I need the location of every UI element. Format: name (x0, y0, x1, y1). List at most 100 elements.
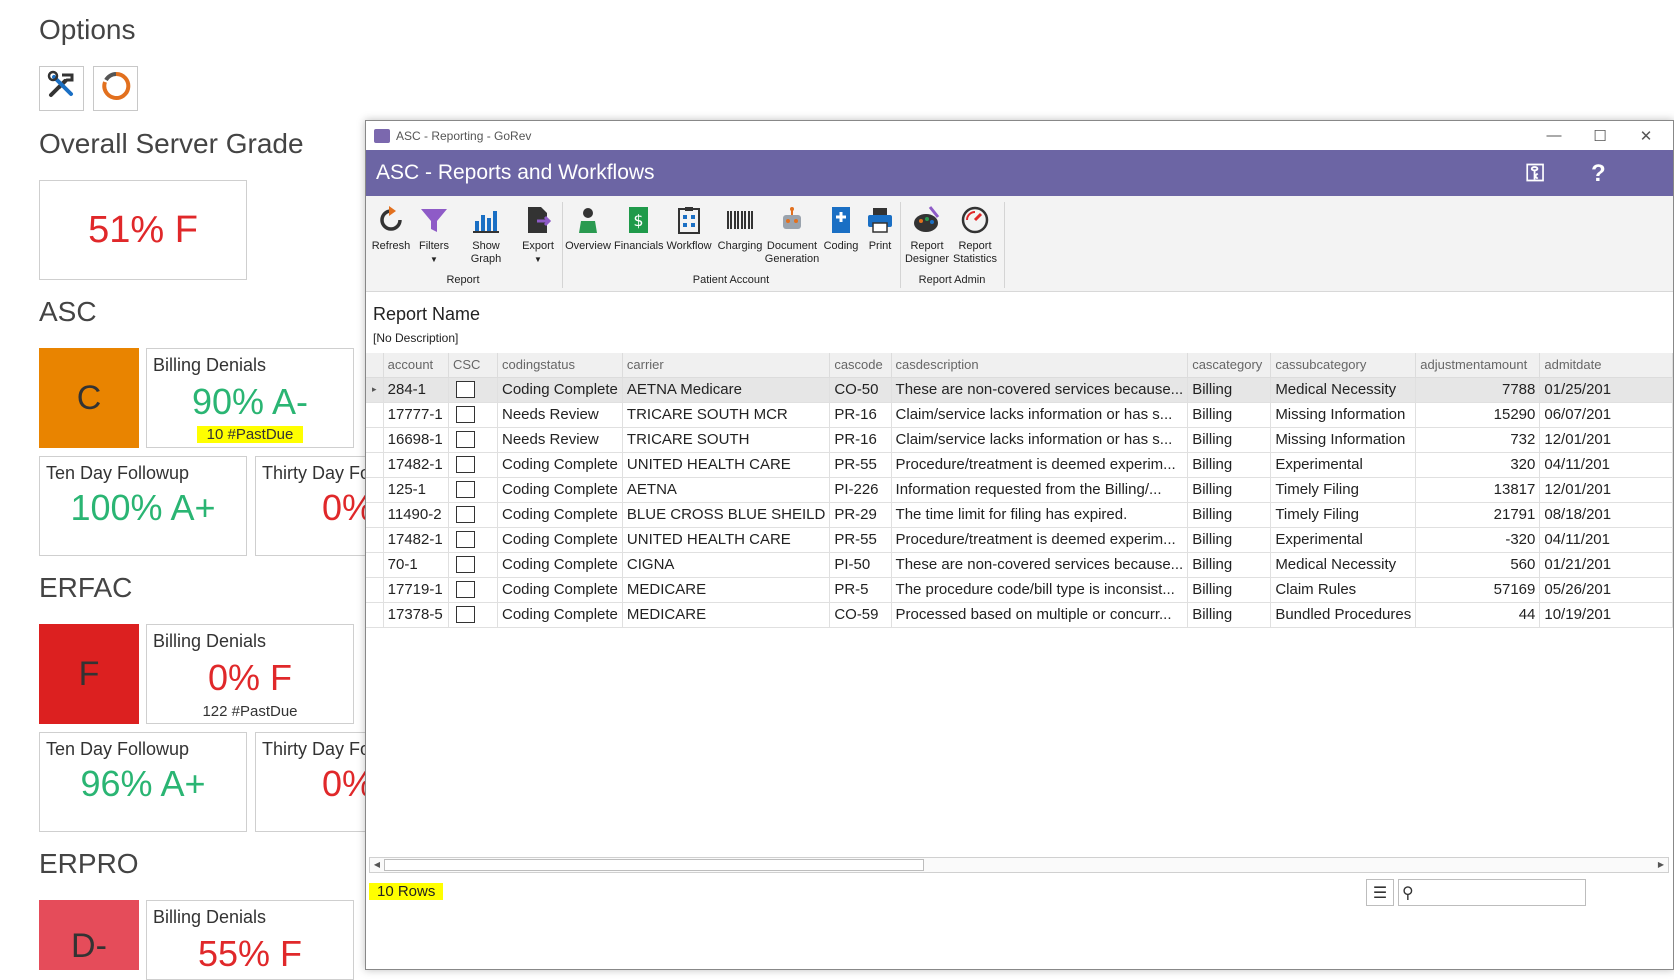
csc-checkbox[interactable] (456, 606, 475, 624)
csc-checkbox[interactable] (456, 531, 475, 549)
card-value: 55% F (197, 933, 303, 974)
scroll-right-icon[interactable]: ▶ (1655, 859, 1667, 871)
column-header-cascategory[interactable]: cascategory (1187, 353, 1272, 378)
row-indicator[interactable] (366, 552, 384, 578)
column-header-cascode[interactable]: cascode (829, 353, 892, 378)
show-graph-button[interactable]: Show Graph (456, 204, 516, 266)
table-row[interactable]: 17482-1 Coding Complete UNITED HEALTH CARE… (366, 527, 1673, 553)
column-header-cassubcategory[interactable]: cassubcategory (1270, 353, 1417, 378)
grade-tile-asc[interactable]: C (39, 348, 139, 448)
row-indicator[interactable] (366, 402, 384, 428)
row-indicator[interactable]: ▸ (366, 377, 384, 403)
export-button[interactable]: Export ▼ (518, 204, 558, 266)
column-header-csc[interactable]: CSC (448, 353, 498, 378)
filters-button[interactable]: Filters ▼ (414, 204, 454, 266)
report-name: Report Name (373, 304, 481, 324)
grid-menu-button[interactable]: ☰ (1366, 879, 1394, 906)
csc-checkbox[interactable] (456, 456, 475, 474)
keys-icon[interactable]: ⚿ (1526, 160, 1544, 188)
section-heading-asc: ASC (39, 296, 97, 327)
cell-cascategory: Billing (1187, 527, 1272, 553)
billing-denials-card-erfac[interactable]: Billing Denials 0% F 122 #PastDue (146, 624, 354, 724)
column-header-account[interactable]: account (383, 353, 450, 378)
table-row[interactable]: ▸ 284-1 Coding Complete AETNA Medicare CO-50… (366, 377, 1673, 403)
column-header-admitdate[interactable]: admitdate (1539, 353, 1673, 378)
csc-checkbox[interactable] (456, 431, 475, 449)
cell-cascategory: Billing (1187, 502, 1272, 528)
card-title: Ten Day Followup (46, 463, 190, 483)
cell-cascode: PR-16 (829, 402, 892, 428)
csc-checkbox[interactable] (456, 581, 475, 599)
cell-casdescription: These are non-covered services because..… (891, 552, 1189, 578)
cell-cascategory: Billing (1187, 402, 1272, 428)
row-indicator[interactable] (366, 527, 384, 553)
section-heading-erpro: ERPRO (39, 848, 139, 879)
cell-casdescription: Procedure/treatment is deemed experim... (891, 527, 1189, 553)
refresh-options-button[interactable] (93, 66, 138, 111)
scroll-left-icon[interactable]: ◀ (371, 859, 383, 871)
overview-button[interactable]: Overview (564, 204, 612, 253)
table-row[interactable]: 17482-1 Coding Complete UNITED HEALTH CARE… (366, 452, 1673, 478)
grade-tile-erpro[interactable]: D- (39, 900, 139, 970)
financials-button[interactable]: $ Financials (614, 204, 664, 253)
refresh-button[interactable]: Refresh (370, 204, 412, 253)
csc-checkbox[interactable] (456, 406, 475, 424)
row-indicator[interactable] (366, 577, 384, 603)
column-header-casdescription[interactable]: casdescription (891, 353, 1189, 378)
cell-casdescription: Processed based on multiple or concurr..… (891, 602, 1189, 628)
row-indicator[interactable] (366, 477, 384, 503)
minimize-button[interactable]: — (1531, 121, 1577, 150)
table-row[interactable]: 70-1 Coding Complete CIGNA PI-50 These are n… (366, 552, 1673, 578)
report-statistics-button[interactable]: Report Statistics (952, 204, 998, 266)
tools-button[interactable] (39, 66, 84, 111)
cell-admitdate: 01/21/201 (1539, 552, 1673, 578)
cell-admitdate: 12/01/201 (1539, 427, 1673, 453)
cell-account: 17719-1 (383, 577, 450, 603)
cell-cascategory: Billing (1187, 477, 1272, 503)
csc-checkbox[interactable] (456, 381, 475, 399)
row-indicator[interactable] (366, 427, 384, 453)
table-row[interactable]: 16698-1 Needs Review TRICARE SOUTH PR-16 Cla… (366, 427, 1673, 453)
chevron-down-icon: ▼ (430, 255, 438, 264)
scrollbar-thumb[interactable] (384, 859, 924, 871)
column-header-carrier[interactable]: carrier (622, 353, 831, 378)
cell-carrier: AETNA (622, 477, 831, 503)
document-generation-button[interactable]: Document Generation (764, 204, 820, 266)
csc-checkbox[interactable] (456, 481, 475, 499)
print-button[interactable]: Print (862, 204, 898, 253)
table-row[interactable]: 17777-1 Needs Review TRICARE SOUTH MCR PR-1… (366, 402, 1673, 428)
overall-grade-card[interactable]: 51% F (39, 180, 247, 280)
horizontal-scrollbar[interactable]: ◀ ▶ (369, 857, 1669, 873)
card-value: 100% A+ (70, 487, 216, 528)
maximize-button[interactable]: ☐ (1577, 121, 1623, 150)
help-icon[interactable]: ? (1591, 160, 1606, 188)
grade-tile-erfac[interactable]: F (39, 624, 139, 724)
row-indicator[interactable] (366, 602, 384, 628)
ten-day-followup-card-erfac[interactable]: Ten Day Followup 96% A+ (39, 732, 247, 832)
coding-button[interactable]: Coding (820, 204, 862, 253)
cell-admitdate: 06/07/201 (1539, 402, 1673, 428)
report-designer-button[interactable]: Report Designer (902, 204, 952, 266)
billing-denials-card-erpro[interactable]: Billing Denials 55% F (146, 900, 354, 980)
grid-search-input[interactable]: ⚲ (1398, 879, 1586, 906)
window-titlebar[interactable]: ASC - Reporting - GoRev — ☐ ✕ (366, 121, 1673, 150)
close-button[interactable]: ✕ (1623, 121, 1669, 150)
row-indicator[interactable] (366, 502, 384, 528)
cell-codingstatus: Coding Complete (497, 577, 623, 603)
column-header-adjustmentamount[interactable]: adjustmentamount (1415, 353, 1541, 378)
csc-checkbox[interactable] (456, 556, 475, 574)
row-indicator[interactable] (366, 452, 384, 478)
table-row[interactable]: 17378-5 Coding Complete MEDICARE CO-59 Proce… (366, 602, 1673, 628)
table-row[interactable]: 11490-2 Coding Complete BLUE CROSS BLUE SH… (366, 502, 1673, 528)
charging-button[interactable]: Charging (716, 204, 764, 253)
cell-codingstatus: Needs Review (497, 402, 623, 428)
billing-denials-card-asc[interactable]: Billing Denials 90% A- 10 #PastDue (146, 348, 354, 448)
csc-checkbox[interactable] (456, 506, 475, 524)
ten-day-followup-card-asc[interactable]: Ten Day Followup 100% A+ (39, 456, 247, 556)
column-header-codingstatus[interactable]: codingstatus (497, 353, 623, 378)
table-row[interactable]: 125-1 Coding Complete AETNA PI-226 Informati… (366, 477, 1673, 503)
cell-account: 11490-2 (383, 502, 450, 528)
cell-cascode: CO-50 (829, 377, 892, 403)
workflow-button[interactable]: Workflow (664, 204, 714, 253)
table-row[interactable]: 17719-1 Coding Complete MEDICARE PR-5 The pr… (366, 577, 1673, 603)
